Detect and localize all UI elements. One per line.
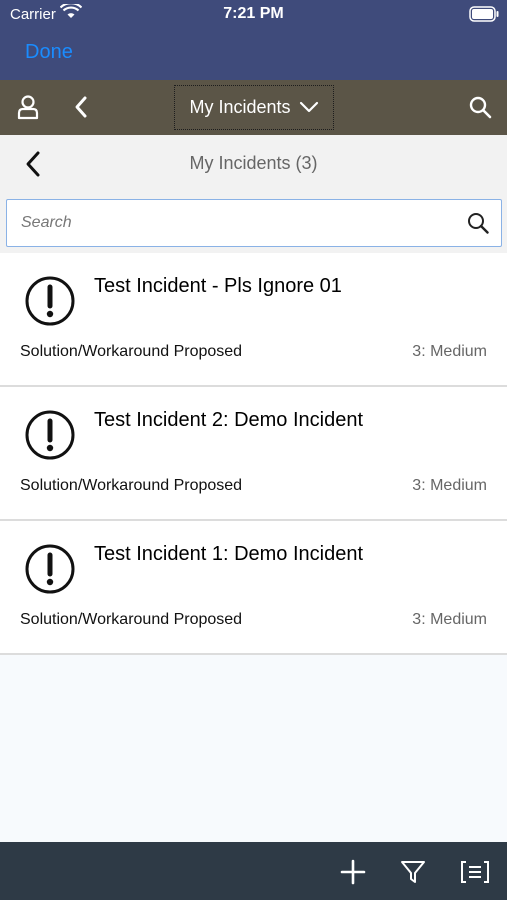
search-area [0, 193, 507, 253]
add-icon[interactable] [337, 856, 369, 888]
user-icon[interactable] [13, 92, 43, 122]
incident-status: Solution/Workaround Proposed [20, 611, 243, 628]
list-title: My Incidents (3) [189, 153, 318, 173]
incident-priority: 3: Medium [412, 611, 487, 628]
back-icon[interactable] [66, 92, 96, 122]
incident-title: Test Incident - Pls Ignore 01 [94, 275, 342, 297]
incident-list: Test Incident - Pls Ignore 01 Solution/W… [0, 253, 507, 655]
search-input[interactable] [21, 212, 451, 234]
search-icon[interactable] [467, 212, 489, 239]
incident-priority: 3: Medium [412, 477, 487, 494]
filter-icon[interactable] [397, 856, 429, 888]
list-view-icon[interactable] [459, 856, 491, 888]
incident-status: Solution/Workaround Proposed [20, 477, 243, 494]
exclamation-circle-icon [24, 275, 76, 332]
list-header: My Incidents (3) [0, 135, 507, 193]
header-title: My Incidents [189, 97, 291, 117]
incident-status: Solution/Workaround Proposed [20, 343, 243, 360]
chevron-down-icon [291, 97, 319, 118]
incident-priority: 3: Medium [412, 343, 487, 360]
status-bar: Carrier 7:21 PM [0, 0, 507, 30]
list-item[interactable]: Test Incident 1: Demo Incident Solution/… [0, 521, 507, 655]
done-button[interactable]: Done [25, 41, 73, 64]
battery-icon [469, 6, 499, 27]
search-box[interactable] [6, 199, 502, 247]
title-dropdown[interactable]: My Incidents [174, 85, 334, 130]
exclamation-circle-icon [24, 543, 76, 600]
bottom-toolbar [0, 842, 507, 900]
list-item[interactable]: Test Incident - Pls Ignore 01 Solution/W… [0, 253, 507, 387]
incident-title: Test Incident 1: Demo Incident [94, 543, 364, 565]
status-time: 7:21 PM [223, 5, 284, 22]
exclamation-circle-icon [24, 409, 76, 466]
done-bar: Done [0, 30, 507, 80]
app-header: My Incidents [0, 80, 507, 135]
list-item[interactable]: Test Incident 2: Demo Incident Solution/… [0, 387, 507, 521]
search-icon[interactable] [465, 92, 495, 122]
incident-title: Test Incident 2: Demo Incident [94, 409, 364, 431]
